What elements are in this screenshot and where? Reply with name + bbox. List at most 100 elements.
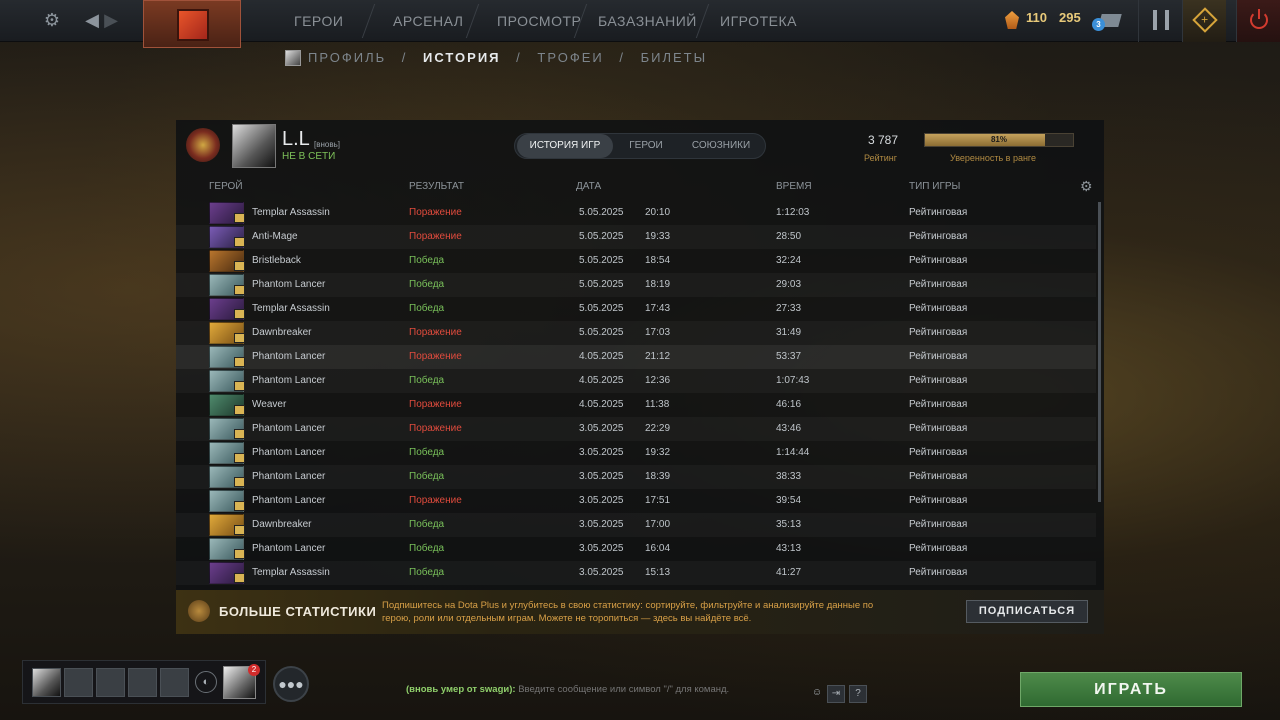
player-tag: [вновь]: [314, 140, 340, 149]
column-hero[interactable]: ГЕРОЙ: [209, 181, 243, 192]
subnav-history[interactable]: ИСТОРИЯ: [423, 50, 501, 65]
match-time: 18:19: [645, 279, 671, 290]
nav-divider: [361, 4, 376, 38]
dota-logo-button[interactable]: [143, 0, 241, 48]
chat-channel[interactable]: (вновь умер от swagи):: [406, 684, 516, 695]
forward-icon[interactable]: ▶: [99, 8, 123, 32]
match-date: 3.05.2025: [579, 447, 624, 458]
settings-icon[interactable]: ⚙: [40, 8, 64, 32]
match-duration: 32:24: [776, 255, 802, 266]
match-time: 21:12: [645, 351, 671, 362]
match-duration: 1:07:43: [776, 375, 810, 386]
match-duration: 39:54: [776, 495, 802, 506]
table-row[interactable]: Templar Assassin Победа 5.05.2025 17:43 27:3…: [176, 297, 1096, 321]
quit-button[interactable]: [1236, 0, 1280, 42]
table-row[interactable]: Dawnbreaker Поражение 5.05.2025 17:03 31:49 Р…: [176, 321, 1096, 345]
match-date: 5.05.2025: [579, 255, 624, 266]
table-row[interactable]: Phantom Lancer Поражение 3.05.2025 22:29 43:…: [176, 417, 1096, 441]
match-date: 5.05.2025: [579, 303, 624, 314]
subnav-trophies[interactable]: ТРОФЕИ: [537, 50, 603, 65]
avatar[interactable]: [232, 124, 276, 168]
match-result: Победа: [409, 519, 445, 530]
match-result: Поражение: [409, 231, 462, 242]
match-duration: 43:46: [776, 423, 802, 434]
party-slot-empty[interactable]: [160, 668, 189, 697]
chat-input[interactable]: [518, 684, 799, 695]
role-icon: [234, 429, 245, 439]
match-result: Победа: [409, 255, 445, 266]
hero-name: Templar Assassin: [252, 567, 330, 578]
column-game-type[interactable]: ТИП ИГРЫ: [909, 181, 960, 192]
column-date[interactable]: ДАТА: [576, 181, 601, 192]
hotkey-icon[interactable]: ⇥: [827, 685, 845, 703]
table-row[interactable]: Phantom Lancer Победа 4.05.2025 12:36 1:07:4…: [176, 369, 1096, 393]
mail-button[interactable]: 3: [1090, 8, 1124, 34]
nav-heroes[interactable]: ГЕРОИ: [294, 0, 343, 42]
match-time: 20:10: [645, 207, 671, 218]
table-row[interactable]: Phantom Lancer Поражение 3.05.2025 17:51 39:…: [176, 489, 1096, 513]
match-result: Победа: [409, 279, 445, 290]
hero-name: Dawnbreaker: [252, 519, 312, 530]
party-slot-empty[interactable]: [128, 668, 157, 697]
role-icon: [234, 309, 245, 319]
table-row[interactable]: Weaver Поражение 4.05.2025 11:38 46:16 Рейтин…: [176, 393, 1096, 417]
play-button[interactable]: ИГРАТЬ: [1020, 672, 1242, 707]
voice-icon[interactable]: ◐: [195, 671, 217, 693]
table-row[interactable]: Phantom Lancer Победа 3.05.2025 19:32 1:14:4…: [176, 441, 1096, 465]
match-result: Победа: [409, 567, 445, 578]
match-duration: 35:13: [776, 519, 802, 530]
history-tabs: ИСТОРИЯ ИГР ГЕРОИ СОЮЗНИКИ: [514, 133, 766, 159]
table-row[interactable]: Dawnbreaker Победа 3.05.2025 17:00 35:13 Рейт…: [176, 513, 1096, 537]
column-result[interactable]: РЕЗУЛЬТАТ: [409, 181, 464, 192]
player-status: НЕ В СЕТИ: [282, 151, 336, 162]
shards-count: 110: [1026, 10, 1047, 25]
match-type: Рейтинговая: [909, 207, 968, 218]
party-slot-empty[interactable]: [96, 668, 125, 697]
match-time: 11:38: [645, 399, 670, 410]
table-row[interactable]: Phantom Lancer Победа 3.05.2025 16:04 43:13 Р…: [176, 537, 1096, 561]
table-row[interactable]: Templar Assassin Поражение 5.05.2025 20:10 1…: [176, 201, 1096, 225]
match-type: Рейтинговая: [909, 447, 968, 458]
match-type: Рейтинговая: [909, 303, 968, 314]
table-row[interactable]: Anti-Mage Поражение 5.05.2025 19:33 28:50 Рей…: [176, 225, 1096, 249]
confidence-percent: 81%: [990, 135, 1007, 144]
table-row[interactable]: Phantom Lancer Победа 3.05.2025 18:39 38:33 Р…: [176, 465, 1096, 489]
nav-watch[interactable]: ПРОСМОТР: [497, 0, 581, 42]
power-icon-bar: [1258, 9, 1260, 19]
shard-icon: [1005, 11, 1019, 29]
gear-icon[interactable]: ⚙: [1080, 178, 1093, 195]
party-slot-empty[interactable]: [64, 668, 93, 697]
party-slot-self[interactable]: [32, 668, 61, 697]
match-date: 3.05.2025: [579, 567, 624, 578]
role-icon: [234, 525, 245, 535]
group-icon[interactable]: ●●●: [273, 666, 309, 702]
tab-heroes[interactable]: ГЕРОИ: [615, 134, 677, 158]
table-row[interactable]: Templar Assassin Победа 3.05.2025 15:13 41:2…: [176, 561, 1096, 585]
match-result: Поражение: [409, 327, 462, 338]
subscribe-button[interactable]: ПОДПИСАТЬСЯ: [966, 600, 1088, 623]
friends-badge: 2: [248, 664, 260, 676]
scrollbar[interactable]: [1098, 202, 1101, 502]
subnav-profile[interactable]: ПРОФИЛЬ: [308, 50, 386, 65]
armory-icon: [1153, 10, 1169, 30]
match-type: Рейтинговая: [909, 423, 968, 434]
nav-knowledge-base[interactable]: БАЗАЗНАНИЙ: [598, 0, 697, 42]
hero-name: Phantom Lancer: [252, 351, 326, 362]
table-row[interactable]: Bristleback Победа 5.05.2025 18:54 32:24 Рейт…: [176, 249, 1096, 273]
match-duration: 43:13: [776, 543, 802, 554]
tab-allies[interactable]: СОЮЗНИКИ: [679, 134, 763, 158]
nav-armory[interactable]: АРСЕНАЛ: [393, 0, 463, 42]
tab-match-history[interactable]: ИСТОРИЯ ИГР: [517, 134, 613, 158]
armory-button[interactable]: [1138, 0, 1182, 42]
dota-plus-button[interactable]: +: [1182, 0, 1226, 42]
help-icon[interactable]: ?: [849, 685, 867, 703]
subnav-tickets[interactable]: БИЛЕТЫ: [641, 50, 708, 65]
table-row[interactable]: Phantom Lancer Победа 5.05.2025 18:19 29:03 Р…: [176, 273, 1096, 297]
match-result: Поражение: [409, 207, 462, 218]
nav-arcade[interactable]: ИГРОТЕКА: [720, 0, 797, 42]
table-row[interactable]: Phantom Lancer Поражение 4.05.2025 21:12 53:…: [176, 345, 1096, 369]
match-date: 5.05.2025: [579, 279, 624, 290]
emoji-icon[interactable]: ☺: [808, 685, 826, 703]
column-duration[interactable]: ВРЕМЯ: [776, 181, 812, 192]
subnav-separator: /: [401, 50, 408, 65]
